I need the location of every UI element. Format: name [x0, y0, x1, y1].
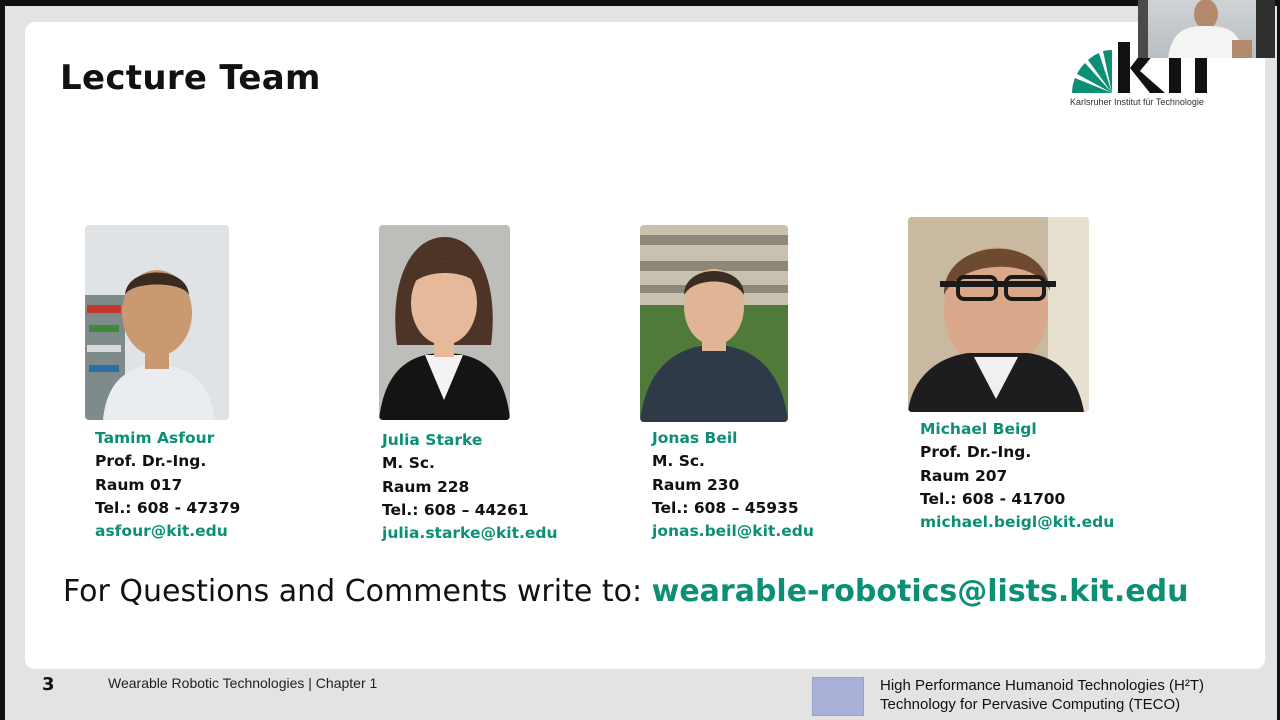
member-title: M. Sc.	[382, 454, 435, 473]
questions-lead-text: For Questions and Comments write to:	[63, 574, 652, 609]
questions-line: For Questions and Comments write to: wea…	[63, 574, 1188, 609]
member-room: Raum 017	[95, 475, 183, 494]
slide-page-number: 3	[42, 674, 55, 695]
footer-course-title: Wearable Robotic Technologies | Chapter …	[108, 675, 378, 691]
slide-title: Lecture Team	[60, 58, 321, 98]
member-name: Julia Starke	[382, 431, 483, 449]
team-member-tamim-asfour: Tamim Asfour Prof. Dr.-Ing. Raum 017 Tel…	[95, 427, 240, 543]
member-phone: Tel.: 608 – 44261	[382, 500, 529, 519]
team-member-michael-beigl: Michael Beigl Prof. Dr.-Ing. Raum 207 Te…	[920, 418, 1114, 534]
team-member-jonas-beil: Jonas Beil M. Sc. Raum 230 Tel.: 608 – 4…	[652, 427, 814, 543]
member-email-link[interactable]: asfour@kit.edu	[95, 520, 240, 543]
member-room: Raum 228	[382, 477, 470, 496]
member-email-link[interactable]: jonas.beil@kit.edu	[652, 520, 814, 543]
member-phone: Tel.: 608 - 47379	[95, 498, 241, 517]
member-name: Tamim Asfour	[95, 429, 215, 447]
member-room: Raum 207	[920, 466, 1008, 485]
member-name: Jonas Beil	[652, 429, 738, 447]
footer-logo-thumbnail	[812, 677, 864, 716]
team-member-julia-starke: Julia Starke M. Sc. Raum 228 Tel.: 608 –…	[382, 429, 558, 545]
kit-logo-subtitle: Karlsruher Institut für Technologie	[1070, 97, 1204, 107]
member-phone: Tel.: 608 - 41700	[920, 489, 1066, 508]
member-title: Prof. Dr.-Ing.	[95, 452, 207, 471]
photo-jonas-beil	[640, 225, 788, 422]
member-email-link[interactable]: julia.starke@kit.edu	[382, 522, 558, 545]
photo-julia-starke	[379, 225, 510, 420]
member-room: Raum 230	[652, 475, 740, 494]
photo-tamim-asfour	[85, 225, 229, 420]
questions-email-link[interactable]: wearable-robotics@lists.kit.edu	[652, 574, 1189, 609]
member-title: Prof. Dr.-Ing.	[920, 443, 1032, 462]
member-email-link[interactable]: michael.beigl@kit.edu	[920, 511, 1114, 534]
footer-institute-line-2: Technology for Pervasive Computing (TECO…	[880, 696, 1181, 713]
member-name: Michael Beigl	[920, 420, 1037, 438]
footer-institute-line-1: High Performance Humanoid Technologies (…	[880, 677, 1205, 694]
member-title: M. Sc.	[652, 452, 705, 471]
photo-michael-beigl	[908, 217, 1089, 412]
webcam-video	[1138, 0, 1275, 58]
member-phone: Tel.: 608 – 45935	[652, 498, 799, 517]
